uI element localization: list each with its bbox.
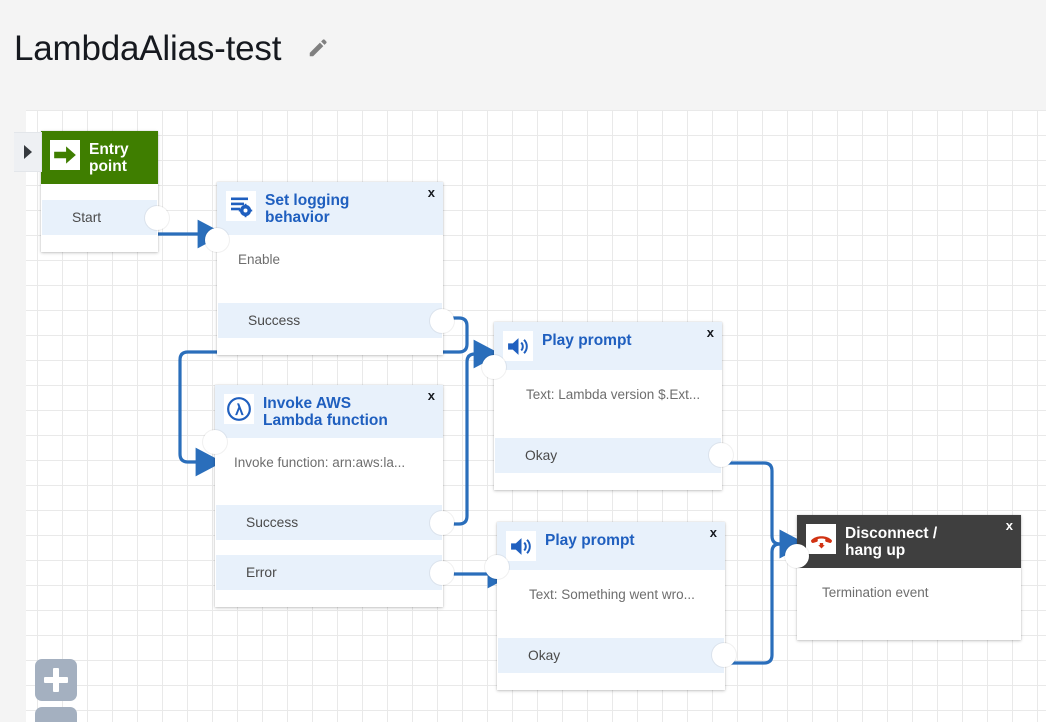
pencil-icon [307, 37, 329, 59]
node-body: Text: Something went wro... Okay [497, 570, 725, 690]
node-title: Entry point [89, 140, 148, 175]
node-header: Play prompt x [494, 322, 722, 370]
node-disconnect-hang-up[interactable]: Disconnect / hang up x Termination event [797, 515, 1021, 640]
node-footer-pad [497, 673, 725, 690]
logging-gear-icon [226, 191, 256, 221]
node-input-dot[interactable] [205, 228, 229, 252]
port-label: Success [248, 313, 300, 328]
node-header: Disconnect / hang up x [797, 515, 1021, 568]
port-connector-dot[interactable] [709, 443, 733, 467]
chevron-right-icon [23, 145, 33, 159]
node-description: Text: Lambda version $.Ext... [494, 386, 722, 404]
node-body: Invoke function: arn:aws:la... Success E… [215, 438, 443, 607]
node-play-prompt-success[interactable]: Play prompt x Text: Lambda version $.Ext… [494, 322, 722, 490]
speaker-icon [506, 531, 536, 561]
page-title: LambdaAlias-test [14, 31, 281, 66]
connector-prompt-success-to-disconnect [722, 463, 786, 544]
port-connector-dot[interactable] [145, 206, 169, 230]
connector-prompt-error-to-disconnect [725, 544, 786, 663]
node-description: Enable [217, 251, 443, 269]
port-connector-dot[interactable] [430, 561, 454, 585]
port-label: Error [246, 565, 277, 580]
phone-hangup-icon [806, 524, 836, 554]
port-okay[interactable]: Okay [498, 638, 724, 673]
node-invoke-aws-lambda-function[interactable]: Invoke AWS Lambda function x Invoke func… [215, 385, 443, 607]
title-bar: LambdaAlias-test [0, 0, 1046, 96]
node-description: Invoke function: arn:aws:la... [215, 454, 443, 472]
port-label: Success [246, 515, 298, 530]
node-body: Enable Success [217, 235, 443, 355]
port-label: Okay [528, 648, 560, 663]
node-description: Text: Something went wro... [497, 586, 725, 604]
node-header: Play prompt x [497, 522, 725, 570]
port-label: Start [72, 210, 101, 225]
port-connector-dot[interactable] [712, 643, 736, 667]
node-header: Set logging behavior x [217, 182, 443, 235]
speaker-icon [503, 331, 533, 361]
lambda-circle-icon [224, 394, 254, 424]
node-body: Text: Lambda version $.Ext... Okay [494, 370, 722, 490]
node-close-button[interactable]: x [707, 326, 714, 339]
node-title: Play prompt [542, 331, 648, 350]
port-connector-dot[interactable] [430, 309, 454, 333]
node-title: Invoke AWS Lambda function [263, 394, 413, 429]
node-input-dot[interactable] [485, 555, 509, 579]
node-body: Start [41, 184, 158, 252]
edit-title-button[interactable] [303, 33, 333, 63]
node-header: Entry point [41, 131, 158, 184]
arrow-right-box-icon [50, 140, 80, 170]
node-title: Disconnect / hang up [845, 524, 985, 559]
plus-icon-bar-v [53, 668, 59, 692]
canvas-left-gutter [12, 110, 26, 722]
node-title: Set logging behavior [265, 191, 433, 226]
node-footer-pad [217, 338, 443, 355]
zoom-out-button[interactable] [35, 707, 77, 722]
port-error[interactable]: Error [216, 555, 442, 590]
port-connector-dot[interactable] [430, 511, 454, 535]
node-close-button[interactable]: x [428, 186, 435, 199]
node-close-button[interactable]: x [428, 389, 435, 402]
port-success[interactable]: Success [218, 303, 442, 338]
node-play-prompt-error[interactable]: Play prompt x Text: Something went wro..… [497, 522, 725, 690]
node-footer-pad [41, 235, 158, 252]
left-panel-toggle-button[interactable] [14, 132, 42, 172]
port-start[interactable]: Start [42, 200, 157, 235]
node-set-logging-behavior[interactable]: Set logging behavior x Enable Success [217, 182, 443, 355]
node-footer-pad [494, 473, 722, 490]
node-close-button[interactable]: x [1006, 519, 1013, 532]
node-title: Play prompt [545, 531, 651, 550]
zoom-in-button[interactable] [35, 659, 77, 701]
node-input-dot[interactable] [785, 544, 809, 568]
node-close-button[interactable]: x [710, 526, 717, 539]
node-entry-point[interactable]: Entry point Start [41, 131, 158, 252]
node-input-dot[interactable] [482, 355, 506, 379]
connector-lambda-success-to-prompt [444, 354, 480, 524]
node-description: Termination event [797, 584, 1021, 602]
node-input-dot[interactable] [203, 430, 227, 454]
node-header: Invoke AWS Lambda function x [215, 385, 443, 438]
flow-canvas[interactable]: Entry point Start [12, 110, 1046, 722]
port-success[interactable]: Success [216, 505, 442, 540]
zoom-controls[interactable] [35, 659, 77, 722]
port-label: Okay [525, 448, 557, 463]
port-okay[interactable]: Okay [495, 438, 721, 473]
node-footer-pad [215, 590, 443, 607]
node-body: Termination event [797, 568, 1021, 640]
